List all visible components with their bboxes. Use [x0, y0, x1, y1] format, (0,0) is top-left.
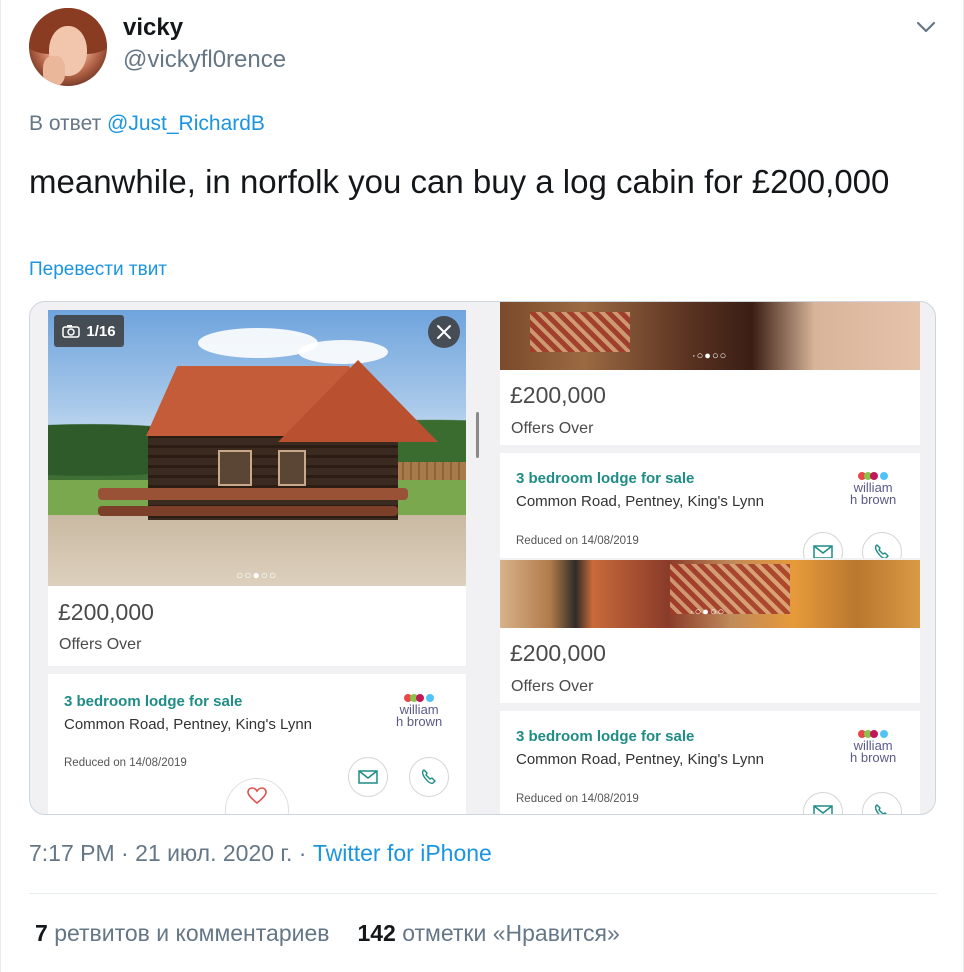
interior-photo: ·○●○○	[500, 560, 920, 628]
close-icon	[437, 325, 451, 339]
listing-price: £200,000	[510, 382, 606, 408]
listing-address: Common Road, Pentney, King's Lynn	[516, 751, 764, 768]
phone-icon	[874, 544, 889, 558]
envelope-icon	[813, 805, 833, 814]
photo-window	[278, 450, 306, 486]
camera-icon	[62, 325, 81, 338]
reply-context: В ответ @Just_RichardB	[29, 112, 265, 136]
agent-logo-text-2: h brown	[850, 492, 897, 507]
photo-window	[218, 450, 252, 486]
cabin-photo: ○○●○○	[48, 310, 466, 586]
photo-rug	[670, 564, 790, 614]
photo-counter: 1/16	[86, 322, 116, 340]
email-agent-button[interactable]	[803, 532, 843, 558]
email-agent-button[interactable]	[348, 757, 388, 797]
agent-logo-text-2: h brown	[850, 750, 897, 765]
reply-mention-link[interactable]: @Just_RichardB	[107, 112, 265, 135]
author-name[interactable]: vicky	[123, 14, 183, 42]
tweet-meta: 7:17 PM · 21 июл. 2020 г. · Twitter for …	[29, 840, 492, 867]
photo-pager-dots: ·○●○○	[690, 606, 726, 618]
photo-railing	[98, 488, 408, 500]
agent-logo: william h brown	[396, 692, 442, 728]
listing-price-qualifier: Offers Over	[511, 420, 594, 437]
retweets-count: 7	[35, 920, 48, 946]
avatar-hand	[43, 56, 65, 86]
tweet-date[interactable]: 21 июл. 2020 г.	[135, 840, 292, 866]
tweet: vicky @vickyfl0rence В ответ @Just_Richa…	[0, 0, 964, 972]
listing-card-main: ○○●○○ 1/16 £200,000 Offers Over 3 bedroo…	[48, 310, 466, 814]
listing-card-tertiary: ·○●○○ £200,000 Offers Over 3 bedroom lod…	[500, 560, 920, 814]
section-divider	[500, 445, 920, 453]
call-agent-button[interactable]	[862, 532, 902, 558]
call-agent-button[interactable]	[862, 792, 902, 814]
likes-count: 142	[357, 920, 396, 946]
tweet-text: meanwhile, in norfolk you can buy a log …	[29, 163, 890, 200]
tweet-time[interactable]: 7:17 PM	[29, 840, 115, 866]
agent-logo: william h brown	[850, 728, 896, 764]
listing-address: Common Road, Pentney, King's Lynn	[516, 493, 764, 510]
envelope-icon	[358, 770, 378, 784]
author-handle[interactable]: @vickyfl0rence	[123, 46, 286, 74]
listing-details: 3 bedroom lodge for sale Common Road, Pe…	[48, 674, 466, 814]
tweet-stats: 7 ретвитов и комментариев 142 отметки «Нр…	[35, 920, 620, 947]
photo-rug	[530, 312, 630, 352]
heart-icon	[247, 787, 267, 805]
retweets-stat[interactable]: 7 ретвитов и комментариев	[35, 920, 329, 946]
listing-price-qualifier: Offers Over	[511, 678, 594, 695]
listing-title: 3 bedroom lodge for sale	[64, 693, 243, 710]
tweet-source-link[interactable]: Twitter for iPhone	[313, 840, 492, 866]
photo-railing	[98, 506, 398, 516]
call-agent-button[interactable]	[409, 757, 449, 797]
listing-reduced-date: Reduced on 14/08/2019	[516, 535, 639, 547]
scroll-indicator	[476, 412, 479, 458]
listing-price: £200,000	[510, 640, 606, 666]
tweet-media[interactable]: ○○●○○ 1/16 £200,000 Offers Over 3 bedroo…	[29, 301, 936, 815]
email-agent-button[interactable]	[803, 792, 843, 814]
listing-title: 3 bedroom lodge for sale	[516, 728, 695, 745]
listing-address: Common Road, Pentney, King's Lynn	[64, 716, 312, 733]
likes-label: отметки «Нравится»	[402, 920, 620, 946]
agent-logo-dots	[850, 470, 896, 480]
chevron-down-icon[interactable]	[913, 14, 939, 40]
translate-link[interactable]: Перевести твит	[29, 259, 167, 281]
save-favourite-button[interactable]	[225, 778, 289, 814]
phone-icon	[421, 769, 436, 784]
phone-icon	[874, 804, 887, 814]
avatar[interactable]	[29, 8, 107, 86]
photo-counter-badge: 1/16	[54, 315, 124, 347]
listing-reduced-date: Reduced on 14/08/2019	[516, 793, 639, 805]
meta-separator: ·	[121, 840, 129, 866]
listing-price-qualifier: Offers Over	[59, 636, 142, 653]
agent-logo-text-2: h brown	[396, 714, 443, 729]
listing-card-secondary: ·○●○○ £200,000 Offers Over 3 bedroom lod…	[500, 302, 920, 558]
photo-cloud	[298, 340, 388, 364]
listing-reduced-date: Reduced on 14/08/2019	[64, 757, 187, 769]
reply-prefix: В ответ	[29, 112, 102, 135]
close-button[interactable]	[428, 316, 460, 348]
section-divider	[48, 666, 466, 674]
listing-price: £200,000	[58, 599, 154, 625]
meta-separator: ·	[298, 840, 307, 866]
photo-pager-dots: ○○●○○	[236, 568, 278, 582]
likes-stat[interactable]: 142 отметки «Нравится»	[357, 920, 619, 946]
retweets-label: ретвитов и комментариев	[54, 920, 330, 946]
photo-pager-dots: ·○●○○	[692, 350, 728, 362]
section-divider	[500, 703, 920, 711]
divider	[29, 893, 937, 894]
agent-logo: william h brown	[850, 470, 896, 506]
agent-logo-dots	[396, 692, 442, 702]
listing-title: 3 bedroom lodge for sale	[516, 470, 695, 487]
agent-logo-dots	[850, 728, 896, 738]
envelope-icon	[813, 545, 833, 558]
interior-photo: ·○●○○	[500, 302, 920, 370]
